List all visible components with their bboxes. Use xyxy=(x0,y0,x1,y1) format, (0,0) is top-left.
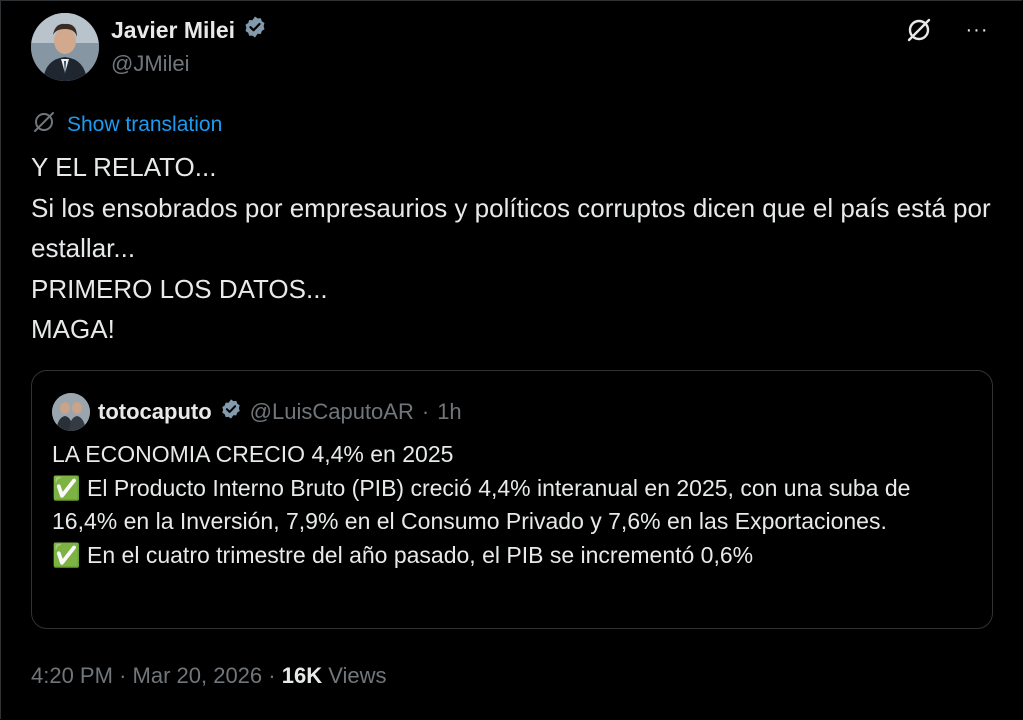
separator-dot: · xyxy=(119,663,127,688)
more-icon-glyph: ··· xyxy=(965,18,989,41)
grok-icon[interactable] xyxy=(904,15,934,45)
quoted-tweet-header: totocaputo @LuisCaputoAR · 1h xyxy=(52,393,462,431)
tweet-meta: 4:20 PM · Mar 20, 2026 · 16K Views xyxy=(31,663,387,689)
author-name[interactable]: Javier Milei xyxy=(111,17,235,44)
tweet-time[interactable]: 4:20 PM xyxy=(31,663,113,688)
translate-icon xyxy=(31,109,57,140)
quoted-author-name[interactable]: totocaputo xyxy=(98,399,212,425)
show-translation-row: Show translation xyxy=(31,109,222,140)
tweet-actions-top: ··· xyxy=(904,15,992,45)
quoted-author-handle[interactable]: @LuisCaputoAR xyxy=(250,399,414,425)
quoted-tweet-time[interactable]: 1h xyxy=(437,399,461,425)
separator-dot: · xyxy=(421,399,430,424)
tweet-date[interactable]: Mar 20, 2026 xyxy=(133,663,263,688)
more-icon[interactable]: ··· xyxy=(962,15,992,45)
show-translation-link[interactable]: Show translation xyxy=(67,113,222,137)
author-name-row[interactable]: Javier Milei xyxy=(111,15,267,45)
tweet-body: Y EL RELATO... Si los ensobrados por emp… xyxy=(31,152,991,344)
tweet-detail: Javier Milei @JMilei ··· Show translatio… xyxy=(0,0,1022,719)
views-label: Views xyxy=(328,663,387,688)
views-count: 16K xyxy=(281,663,323,688)
separator-dot: · xyxy=(268,663,276,688)
author-handle[interactable]: @JMilei xyxy=(111,51,190,77)
quoted-tweet-body: LA ECONOMIA CRECIO 4,4% en 2025 ✅ El Pro… xyxy=(52,441,911,568)
verified-badge-icon xyxy=(220,398,242,426)
quoted-tweet[interactable]: totocaputo @LuisCaputoAR · 1h LA ECONOMI… xyxy=(31,370,993,629)
quoted-author-avatar[interactable] xyxy=(52,393,90,431)
author-avatar[interactable] xyxy=(31,13,99,81)
verified-badge-icon xyxy=(243,15,267,45)
